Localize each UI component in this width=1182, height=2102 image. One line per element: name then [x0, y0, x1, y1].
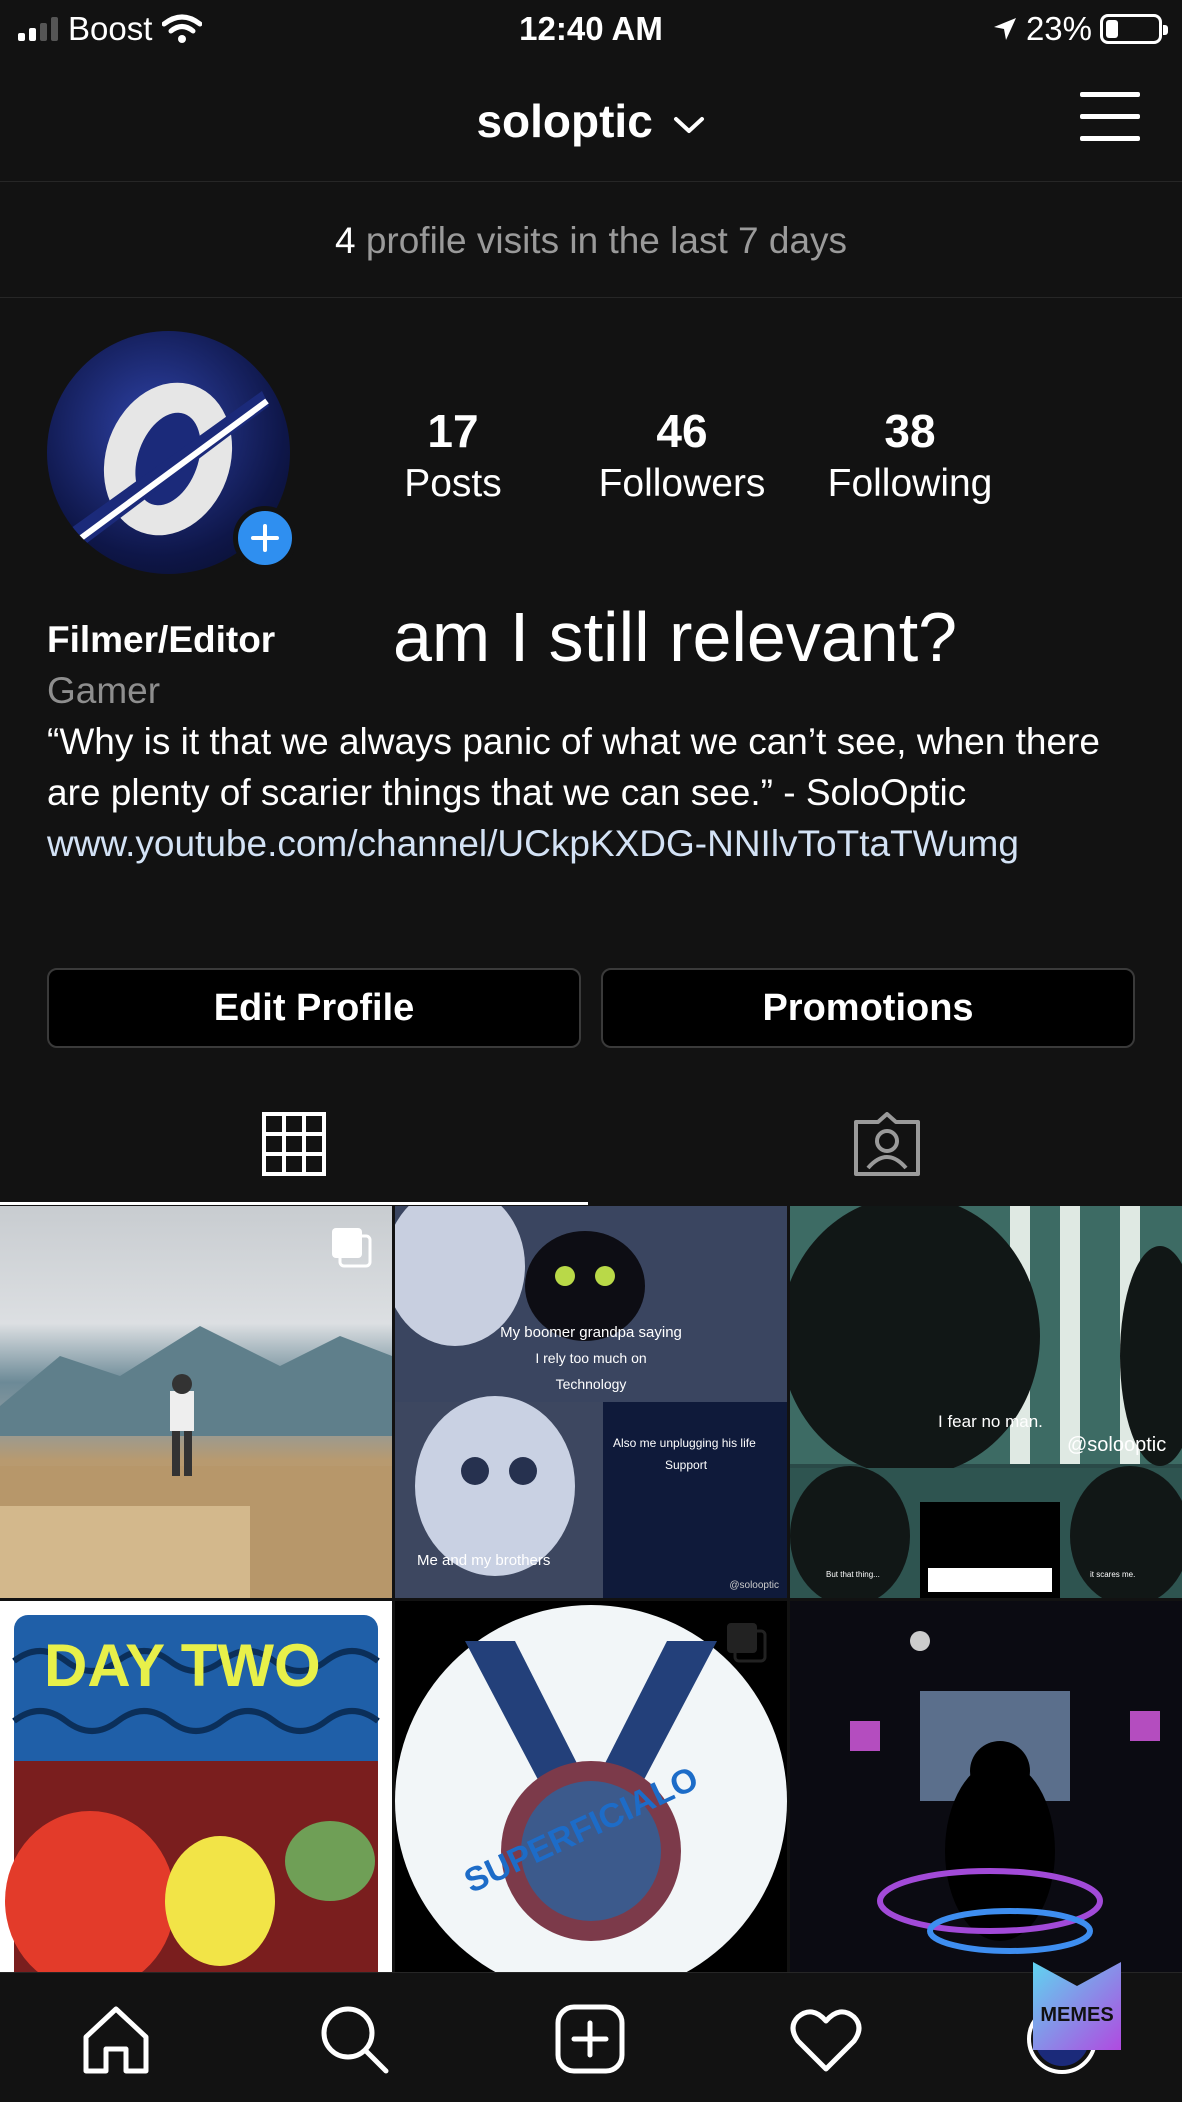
tagged-person-icon: [853, 1112, 920, 1176]
search-icon[interactable]: [316, 2001, 392, 2077]
plus-icon: [251, 524, 279, 552]
stat-followers[interactable]: 46 Followers: [582, 403, 782, 509]
activity-heart-icon[interactable]: [788, 2001, 864, 2077]
post-2-text-5: Also me unplugging his life: [613, 1436, 756, 1450]
following-count: 38: [884, 405, 936, 457]
post-2-text-7: @solooptic: [729, 1580, 779, 1591]
post-thumbnail-3[interactable]: I fear no man. @solooptic But that thing…: [790, 1206, 1182, 1598]
profile-tabs: [0, 1085, 1182, 1205]
post-3-text-2: @solooptic: [1067, 1434, 1167, 1456]
home-icon[interactable]: [78, 2001, 154, 2077]
post-3-text-3: But that thing...: [826, 1570, 880, 1579]
location-arrow-icon: [993, 18, 1016, 40]
memes-label: MEMES: [1040, 2004, 1114, 2026]
battery-percent: 23%: [1025, 10, 1092, 47]
post-3-meme: [790, 1206, 1182, 1598]
post-2-text-2: I rely too much on: [535, 1350, 647, 1366]
username: soloptic: [476, 95, 653, 147]
status-bar: Boost 12:40 AM 23%: [0, 0, 1182, 60]
new-post-icon[interactable]: [552, 2001, 628, 2077]
post-4-title: DAY TWO: [44, 1632, 321, 1699]
battery-icon: [1100, 14, 1168, 44]
account-switcher[interactable]: soloptic: [0, 94, 1182, 148]
post-2-text-3: Technology: [555, 1376, 627, 1392]
visits-text: profile visits in the last 7 days: [365, 220, 848, 261]
bio-link[interactable]: www.youtube.com/channel/UCkpKXDG-NNIlvTo…: [47, 818, 1147, 869]
post-2-text-6: Support: [665, 1458, 708, 1472]
overlay-caption: am I still relevant?: [393, 598, 958, 676]
multiple-photos-icon: [332, 1228, 372, 1268]
post-3-text-1: I fear no man.: [938, 1412, 1043, 1431]
profile-header: soloptic: [0, 60, 1182, 182]
post-thumbnail-4[interactable]: DAY TWO: [0, 1601, 392, 1976]
post-thumbnail-5[interactable]: SUPERFICIALO: [395, 1601, 787, 1976]
grid-icon: [262, 1111, 326, 1176]
post-2-text-4: Me and my brothers: [417, 1552, 551, 1569]
visits-count: 4: [334, 220, 356, 261]
hamburger-menu-icon[interactable]: [1080, 92, 1140, 144]
tab-tagged[interactable]: [591, 1085, 1182, 1205]
profile-visits-banner[interactable]: 4 profile visits in the last 7 days: [0, 183, 1182, 298]
memes-badge: MEMES: [1029, 1960, 1125, 2052]
bio-text: “Why is it that we always panic of what …: [47, 721, 1100, 813]
posts-grid: My boomer grandpa saying I rely too much…: [0, 1206, 1182, 1976]
multiple-photos-icon: [727, 1623, 767, 1663]
post-2-text-1: My boomer grandpa saying: [500, 1324, 682, 1341]
following-label: Following: [827, 462, 993, 505]
chevron-down-icon: [673, 116, 704, 133]
followers-label: Followers: [598, 462, 766, 505]
tab-grid[interactable]: [0, 1085, 588, 1205]
post-6-scene: [850, 1631, 1160, 1954]
promotions-button[interactable]: Promotions: [601, 968, 1135, 1048]
add-story-button[interactable]: [233, 506, 297, 570]
followers-count: 46: [656, 405, 708, 457]
stat-posts[interactable]: 17 Posts: [353, 403, 553, 509]
posts-label: Posts: [404, 462, 502, 505]
edit-profile-button[interactable]: Edit Profile: [47, 968, 581, 1048]
bottom-nav: [0, 1972, 1182, 2102]
post-3-text-4: it scares me.: [1090, 1570, 1136, 1579]
status-right: 23%: [992, 10, 1168, 48]
posts-count: 17: [427, 405, 479, 457]
post-thumbnail-2[interactable]: My boomer grandpa saying I rely too much…: [395, 1206, 787, 1598]
post-2-meme: [395, 1206, 787, 1598]
post-thumbnail-6[interactable]: [790, 1601, 1182, 1976]
stat-following[interactable]: 38 Following: [810, 403, 1010, 509]
post-thumbnail-1[interactable]: [0, 1206, 392, 1598]
